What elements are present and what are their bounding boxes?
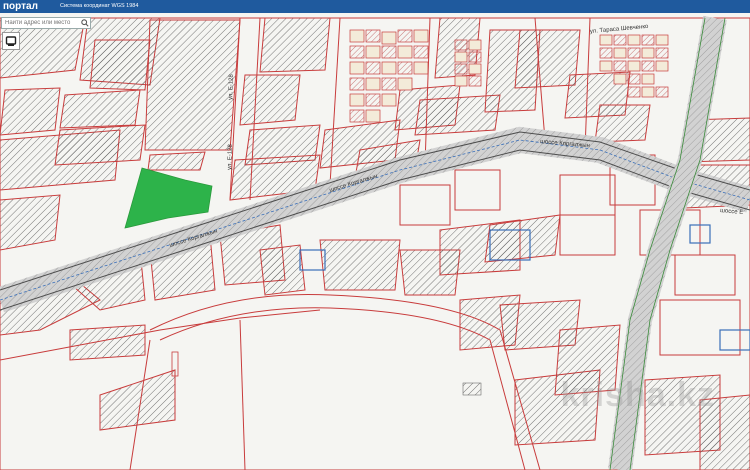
street-label-e128-b: ул. Е-128 (227, 143, 234, 170)
watermark: krisha.kz (560, 376, 715, 414)
app-title: портал (3, 1, 38, 12)
top-bar: портал Система координат WGS 1984 (0, 0, 750, 13)
search-icon (81, 19, 89, 27)
search-input[interactable] (1, 17, 91, 29)
coordinate-system-label: Система координат WGS 1984 (60, 3, 139, 9)
layers-icon (5, 36, 17, 46)
map-canvas[interactable]: ул. Е-128 ул. Е-128 шоссе Коргалжын шосс… (0, 13, 750, 470)
small-building (462, 382, 482, 396)
layers-button[interactable] (2, 32, 20, 50)
street-label-e128-a: ул. Е-128 (228, 73, 235, 100)
search-button[interactable] (80, 18, 90, 28)
